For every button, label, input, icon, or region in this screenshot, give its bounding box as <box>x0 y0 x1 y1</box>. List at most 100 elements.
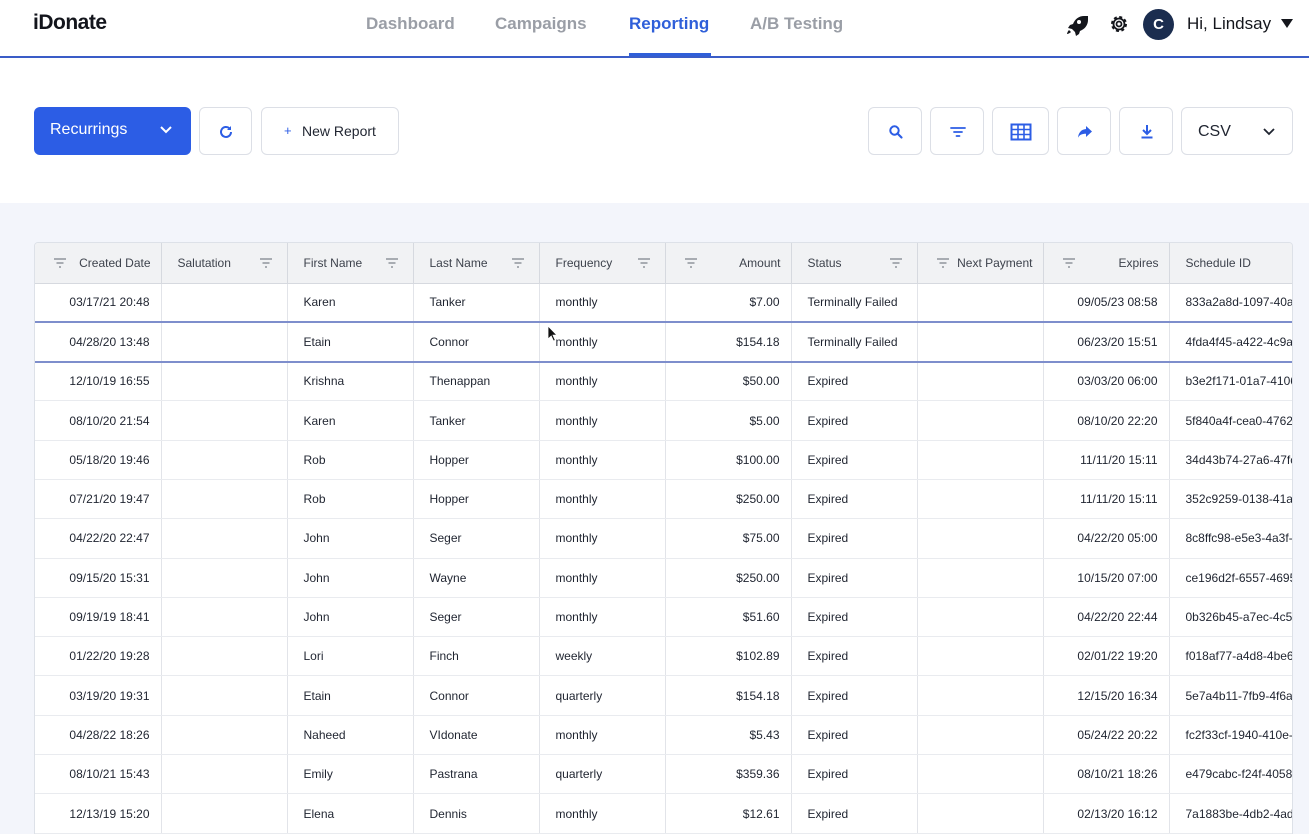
column-header-first-name[interactable]: First Name <box>287 243 414 284</box>
filter-icon[interactable] <box>637 258 651 268</box>
filter-icon[interactable] <box>511 258 525 268</box>
plus-icon: + <box>284 123 292 138</box>
new-report-label: New Report <box>302 123 376 139</box>
last-name-cell: Dennis <box>413 793 540 834</box>
column-header-status[interactable]: Status <box>791 243 918 284</box>
salutation-cell <box>161 400 288 441</box>
status-cell: Expired <box>791 400 918 441</box>
first-name-cell: Rob <box>287 440 414 480</box>
report-content-area: Created Date Salutation First Name Last … <box>0 203 1309 834</box>
first-name-cell: Lori <box>287 636 414 677</box>
table-row[interactable]: 09/19/19 18:41 John Seger monthly $51.60 Expi… <box>35 597 1292 638</box>
filter-button[interactable] <box>930 107 984 155</box>
column-header-frequency[interactable]: Frequency <box>539 243 666 284</box>
next-payment-cell <box>917 793 1044 834</box>
table-row[interactable]: 09/15/20 15:31 John Wayne monthly $250.00 Exp… <box>35 558 1292 598</box>
filter-icon[interactable] <box>889 258 903 268</box>
column-header-amount[interactable]: Amount <box>665 243 792 284</box>
amount-cell: $100.00 <box>665 440 792 480</box>
columns-button[interactable] <box>992 107 1049 155</box>
table-row[interactable]: 03/17/21 20:48 Karen Tanker monthly $7.00 Ter… <box>35 283 1292 323</box>
export-format-dropdown[interactable]: CSV <box>1181 107 1293 155</box>
schedule-id-cell: ce196d2f-6557-4695 <box>1169 558 1292 598</box>
expires-cell: 04/22/20 05:00 <box>1043 518 1170 559</box>
filter-icon[interactable] <box>1062 258 1076 268</box>
table-row[interactable]: 01/22/20 19:28 Lori Finch weekly $102.89 Expi… <box>35 636 1292 677</box>
schedule-id-cell: b3e2f171-01a7-4106 <box>1169 361 1292 402</box>
next-payment-cell <box>917 283 1044 323</box>
amount-cell: $12.61 <box>665 793 792 834</box>
next-payment-cell <box>917 361 1044 402</box>
filter-icon[interactable] <box>259 258 273 268</box>
status-cell: Expired <box>791 754 918 795</box>
table-row[interactable]: 08/10/20 21:54 Karen Tanker monthly $5.00 Exp… <box>35 400 1292 441</box>
table-row[interactable]: 04/22/20 22:47 John Seger monthly $75.00 Expi… <box>35 518 1292 559</box>
table-row[interactable]: 07/21/20 19:47 Rob Hopper monthly $250.00 Exp… <box>35 479 1292 520</box>
download-button[interactable] <box>1119 107 1173 155</box>
nav-ab-testing[interactable]: A/B Testing <box>750 14 843 34</box>
table-row[interactable]: 04/28/22 18:26 Naheed VIdonate monthly $5.43… <box>35 715 1292 756</box>
frequency-cell: monthly <box>539 361 666 402</box>
column-header-last-name[interactable]: Last Name <box>413 243 540 284</box>
frequency-cell: monthly <box>539 321 666 363</box>
next-payment-cell <box>917 636 1044 677</box>
created-date-cell: 03/19/20 19:31 <box>35 675 162 716</box>
table-row[interactable]: 08/10/21 15:43 Emily Pastrana quarterly $359… <box>35 754 1292 795</box>
amount-cell: $154.18 <box>665 675 792 716</box>
status-cell: Expired <box>791 440 918 480</box>
nav-reporting[interactable]: Reporting <box>629 14 709 34</box>
filter-icon[interactable] <box>936 258 950 268</box>
gear-icon[interactable] <box>1107 12 1131 36</box>
frequency-cell: monthly <box>539 597 666 638</box>
report-table-container[interactable]: Created Date Salutation First Name Last … <box>34 242 1293 834</box>
download-icon <box>1141 125 1153 139</box>
nav-dashboard[interactable]: Dashboard <box>366 14 455 34</box>
schedule-id-cell: 5e7a4b11-7fb9-4f6a <box>1169 675 1292 716</box>
created-date-cell: 01/22/20 19:28 <box>35 636 162 677</box>
next-payment-cell <box>917 675 1044 716</box>
column-header-created-date[interactable]: Created Date <box>35 243 162 284</box>
expires-cell: 10/15/20 07:00 <box>1043 558 1170 598</box>
table-row[interactable]: 03/19/20 19:31 Etain Connor quarterly $154.1… <box>35 675 1292 716</box>
filter-icon[interactable] <box>684 258 698 268</box>
first-name-cell: Rob <box>287 479 414 520</box>
next-payment-cell <box>917 479 1044 520</box>
rocket-icon[interactable] <box>1064 13 1088 37</box>
expires-cell: 02/13/20 16:12 <box>1043 793 1170 834</box>
schedule-id-cell: 7a1883be-4db2-4ad <box>1169 793 1292 834</box>
filter-icon[interactable] <box>385 258 399 268</box>
column-header-schedule-id[interactable]: Schedule ID <box>1169 243 1292 284</box>
user-greeting[interactable]: Hi, Lindsay <box>1187 14 1271 34</box>
last-name-cell: Pastrana <box>413 754 540 795</box>
first-name-cell: John <box>287 558 414 598</box>
salutation-cell <box>161 636 288 677</box>
table-icon <box>1010 123 1032 141</box>
last-name-cell: Finch <box>413 636 540 677</box>
column-header-salutation[interactable]: Salutation <box>161 243 288 284</box>
table-row[interactable]: 12/13/19 15:20 Elena Dennis monthly $12.61 Ex… <box>35 793 1292 834</box>
table-row[interactable]: 05/18/20 19:46 Rob Hopper monthly $100.00 Exp… <box>35 440 1292 480</box>
next-payment-cell <box>917 321 1044 363</box>
search-button[interactable] <box>868 107 922 155</box>
amount-cell: $51.60 <box>665 597 792 638</box>
share-button[interactable] <box>1057 107 1111 155</box>
amount-cell: $359.36 <box>665 754 792 795</box>
user-avatar[interactable]: C <box>1143 9 1174 40</box>
export-format-label: CSV <box>1198 123 1231 140</box>
expires-cell: 04/22/20 22:44 <box>1043 597 1170 638</box>
user-menu-caret-icon[interactable] <box>1281 19 1293 28</box>
column-header-next-payment[interactable]: Next Payment <box>917 243 1044 284</box>
column-header-expires[interactable]: Expires <box>1043 243 1170 284</box>
table-row[interactable]: 12/10/19 16:55 Krishna Thenappan monthly $50… <box>35 361 1292 402</box>
new-report-button[interactable]: + New Report <box>261 107 399 155</box>
created-date-cell: 09/19/19 18:41 <box>35 597 162 638</box>
table-row[interactable]: 04/28/20 13:48 Etain Connor monthly $154.18 T… <box>35 321 1292 363</box>
filter-icon[interactable] <box>53 258 67 268</box>
status-cell: Terminally Failed <box>791 283 918 323</box>
nav-campaigns[interactable]: Campaigns <box>495 14 587 34</box>
first-name-cell: Naheed <box>287 715 414 756</box>
first-name-cell: Krishna <box>287 361 414 402</box>
report-type-dropdown[interactable]: Recurrings <box>34 107 191 155</box>
refresh-button[interactable] <box>199 107 252 155</box>
expires-cell: 05/24/22 20:22 <box>1043 715 1170 756</box>
